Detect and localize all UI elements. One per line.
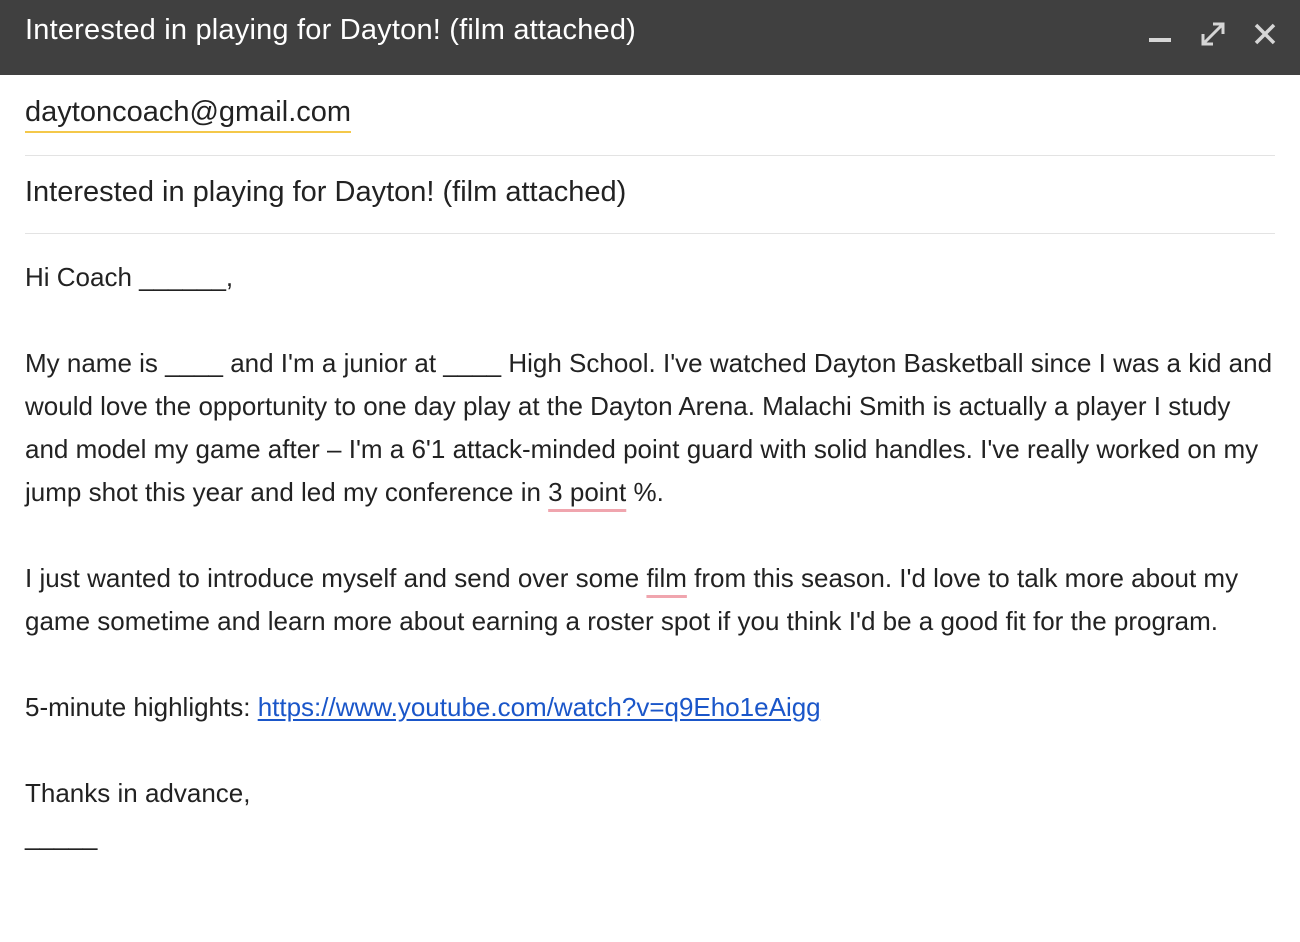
fullscreen-button[interactable] xyxy=(1195,16,1231,52)
recipients-field[interactable]: daytoncoach@gmail.com xyxy=(25,76,1275,156)
highlights-label: 5-minute highlights: xyxy=(25,692,258,722)
subject-input[interactable]: Interested in playing for Dayton! (film … xyxy=(25,176,626,209)
minimize-icon xyxy=(1149,38,1171,42)
close-icon xyxy=(1254,23,1276,45)
greeting-line: Hi Coach ______, xyxy=(25,262,234,292)
paragraph-2-text-a: I just wanted to introduce myself and se… xyxy=(25,563,647,593)
expand-icon xyxy=(1201,22,1225,46)
spellcheck-flag-film[interactable]: film xyxy=(646,563,686,593)
signature-line: _____ xyxy=(25,821,98,851)
body-paragraph-2: I just wanted to introduce myself and se… xyxy=(25,557,1280,643)
message-body[interactable]: Hi Coach ______, My name is ____ and I'm… xyxy=(25,256,1280,858)
compose-title: Interested in playing for Dayton! (film … xyxy=(25,14,637,46)
highlights-line: 5-minute highlights: https://www.youtube… xyxy=(25,686,1280,729)
highlights-link[interactable]: https://www.youtube.com/watch?v=q9Eho1eA… xyxy=(258,692,821,722)
compose-window: Interested in playing for Dayton! (film … xyxy=(0,0,1300,942)
compose-titlebar[interactable]: Interested in playing for Dayton! (film … xyxy=(0,0,1300,75)
recipient-chip[interactable]: daytoncoach@gmail.com xyxy=(25,96,352,133)
paragraph-1-text-b: %. xyxy=(626,477,664,507)
closing-line: Thanks in advance, xyxy=(25,778,251,808)
sign-off: Thanks in advance, _____ xyxy=(25,772,1280,858)
spellcheck-flag-3-point[interactable]: 3 point xyxy=(548,477,626,507)
minimize-button[interactable] xyxy=(1142,16,1178,52)
body-paragraph-1: My name is ____ and I'm a junior at ____… xyxy=(25,342,1280,514)
subject-field[interactable]: Interested in playing for Dayton! (film … xyxy=(25,156,1275,234)
close-button[interactable] xyxy=(1247,16,1283,52)
